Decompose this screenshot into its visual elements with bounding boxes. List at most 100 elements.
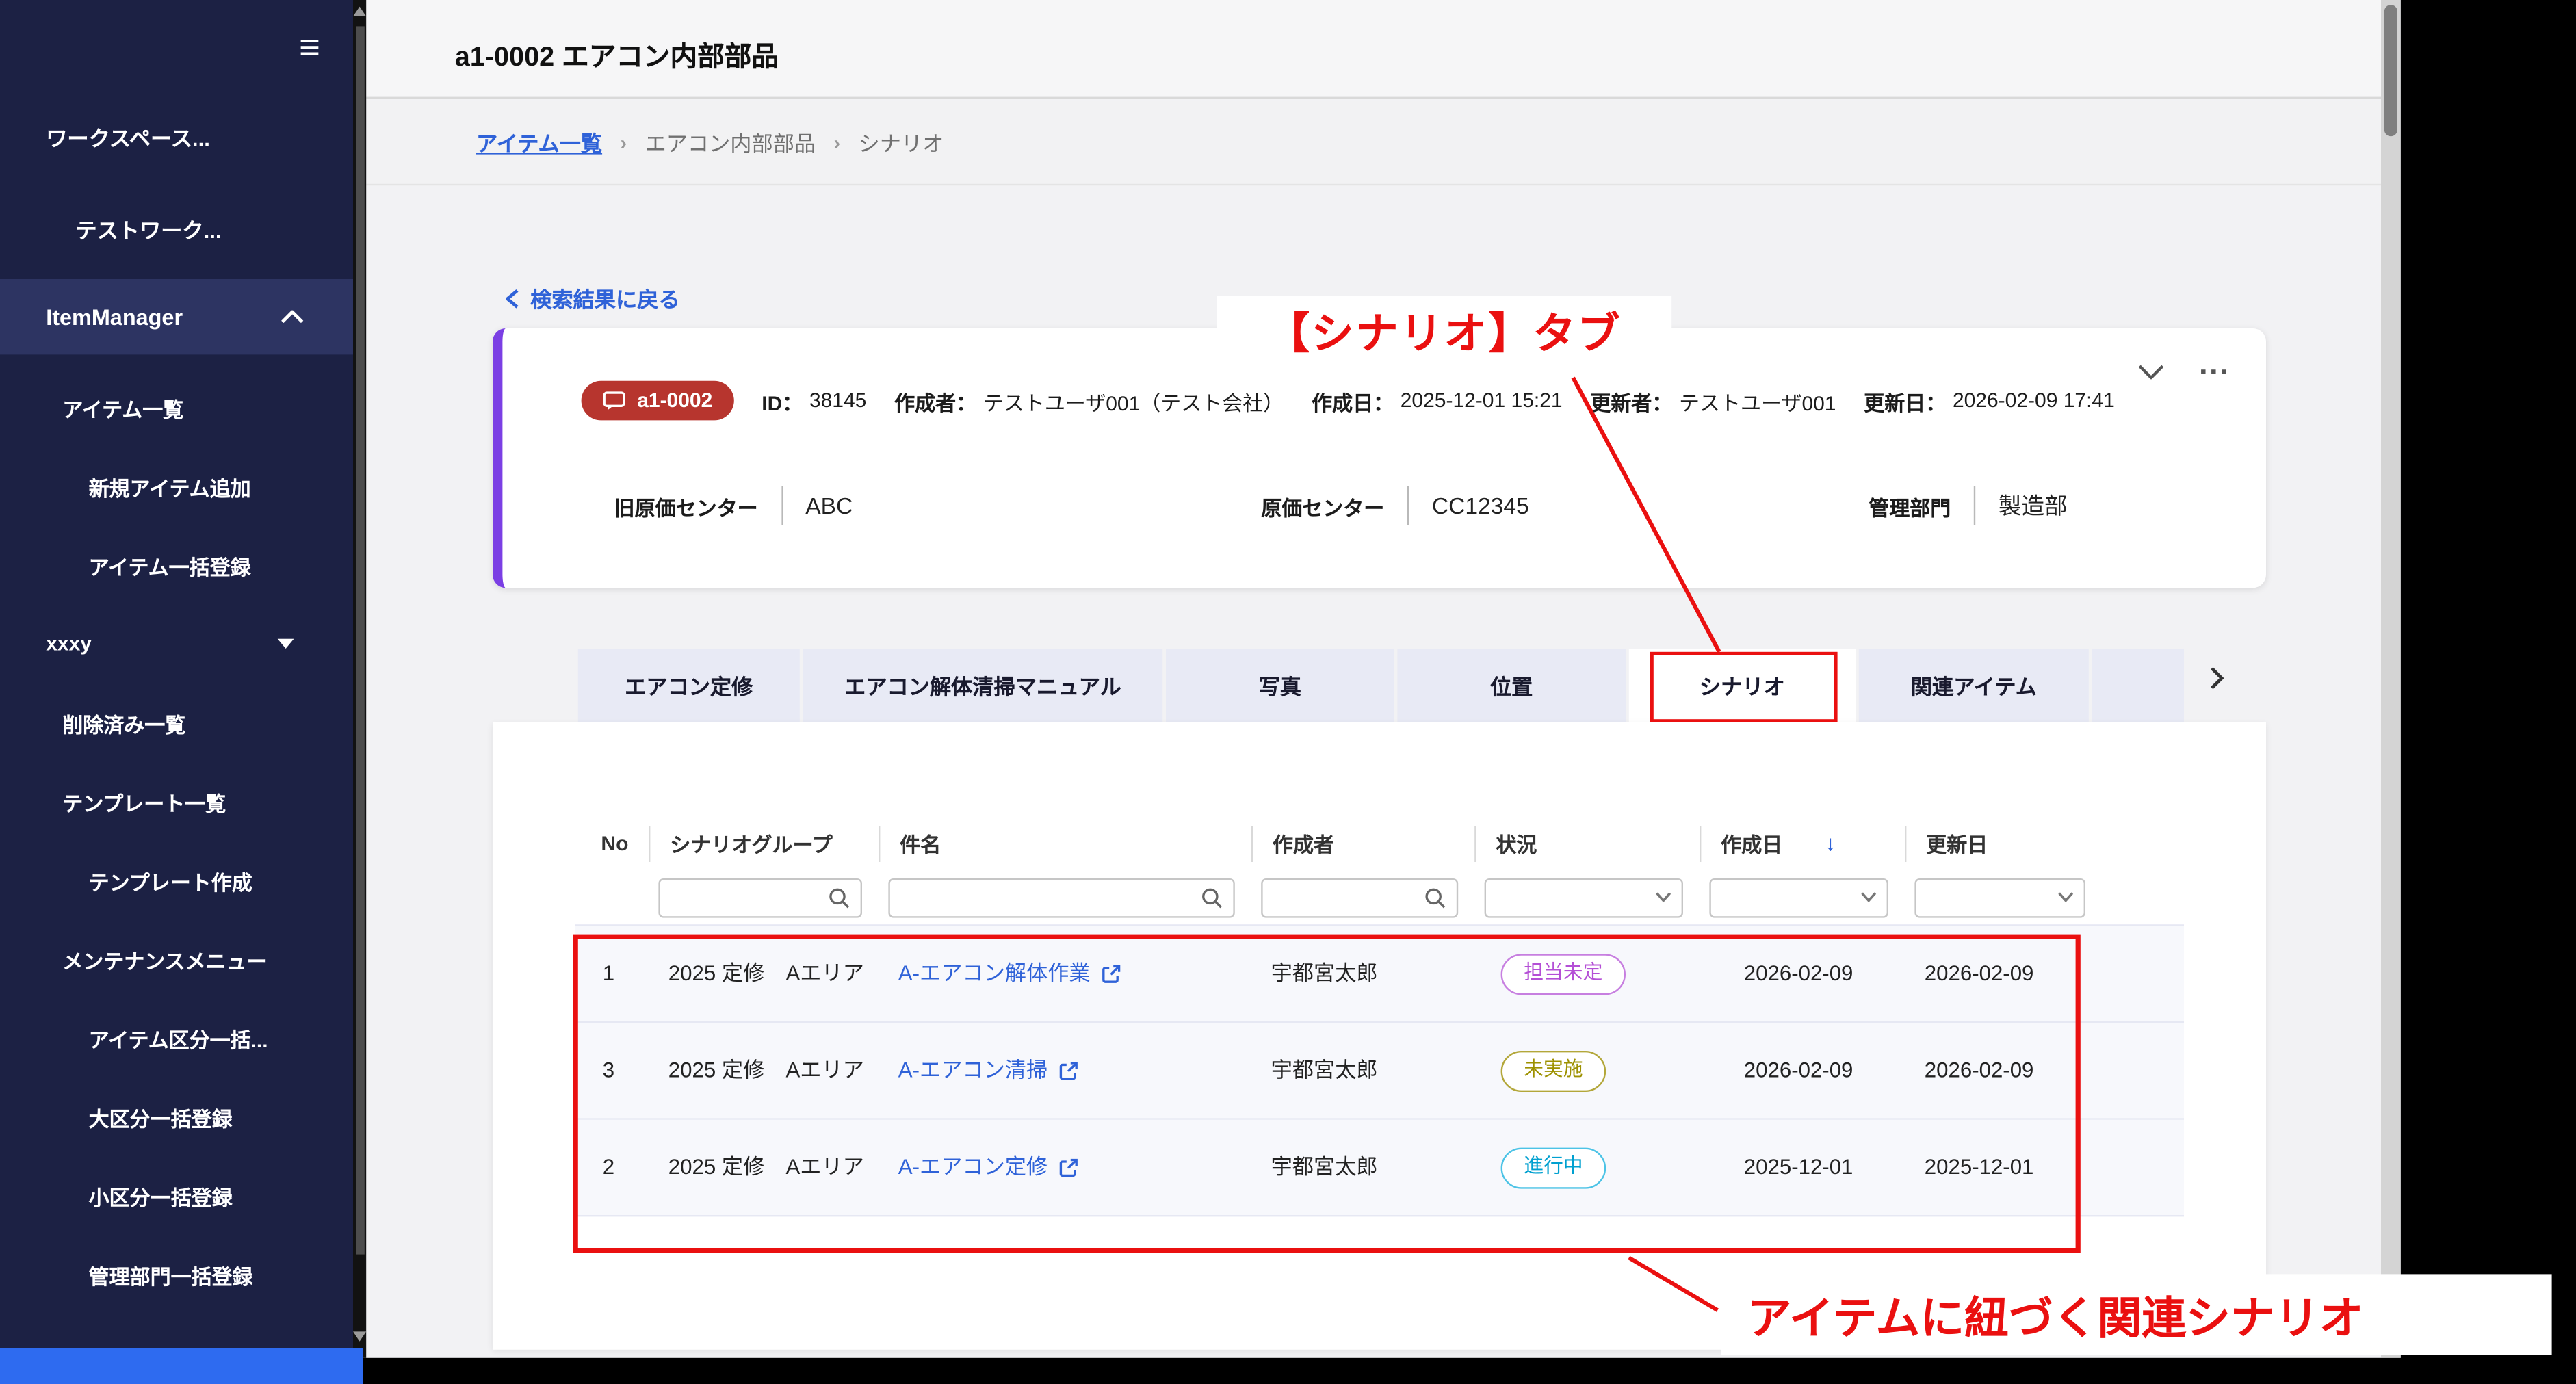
sidebar-item-label: 大区分一括登録 <box>88 1107 233 1131</box>
updated-filter-select[interactable] <box>1914 877 2085 917</box>
item-meta-row: a1-0002 ID： 38145 作成者： テストユーザ001（テスト会社） 作成… <box>581 380 2115 421</box>
column-header-subject[interactable]: 件名 <box>879 825 1251 861</box>
sidebar-item-large-category-bulk[interactable]: 大区分一括登録 <box>0 1077 353 1155</box>
sort-desc-icon[interactable]: ↓ <box>1825 831 1836 855</box>
attribute-management-dept: 管理部門 製造部 <box>1869 473 2068 538</box>
meta-field-id: ID： 38145 <box>762 385 866 417</box>
tab-scenario[interactable]: シナリオ <box>1628 649 1856 722</box>
chevron-right-icon: › <box>833 130 841 154</box>
subject-link[interactable]: A-エアコン解体作業 <box>898 958 1251 989</box>
cell-author: 宇都宮太郎 <box>1271 959 1378 984</box>
external-link-icon[interactable] <box>1100 963 1121 984</box>
item-card-icon <box>603 391 625 410</box>
meta-label: 更新者： <box>1590 391 1673 415</box>
meta-label: 作成者： <box>894 391 977 415</box>
content-scrollbar[interactable] <box>2381 0 2401 1358</box>
tab-aircon-repair[interactable]: エアコン定修 <box>577 649 800 722</box>
attr-label: 旧原価センター <box>614 497 758 520</box>
group-search-input[interactable] <box>658 877 862 917</box>
sidebar-item-label: ItemManager <box>46 304 183 330</box>
subject-search-input[interactable] <box>888 877 1235 917</box>
column-header-group[interactable]: シナリオグループ <box>649 825 879 861</box>
back-link[interactable]: 検索結果に戻る <box>506 283 680 314</box>
content-scrollbar-thumb[interactable] <box>2384 5 2398 137</box>
meta-field-updater: 更新者： テストユーザ001 <box>1590 385 1836 417</box>
scroll-down-arrow-icon[interactable] <box>353 1331 367 1342</box>
sidebar: ≡ ワークスペース... テストワーク... ItemManager アイテム一… <box>0 0 353 1358</box>
sidebar-item-new-item[interactable]: 新規アイテム追加 <box>0 447 353 525</box>
subject-link[interactable]: A-エアコン定修 <box>898 1152 1251 1183</box>
tab-photos[interactable]: 写真 <box>1166 649 1394 722</box>
scroll-up-arrow-icon[interactable] <box>353 6 367 16</box>
item-code-badge: a1-0002 <box>581 380 734 421</box>
item-code: a1-0002 <box>637 389 713 413</box>
sidebar-item-category-bulk[interactable]: アイテム区分一括... <box>0 998 353 1077</box>
cell-no: 1 <box>602 959 615 984</box>
breadcrumb: アイテム一覧 › エアコン内部部品 › シナリオ <box>476 127 944 158</box>
sidebar-item-maintenance-menu[interactable]: メンテナンスメニュー <box>0 919 353 998</box>
table-filter-row <box>575 870 2184 924</box>
sidebar-item-label: テンプレート一覧 <box>62 792 226 815</box>
column-header-created[interactable]: 作成日 ↓ <box>1700 825 1905 861</box>
attribute-cost-center: 原価センター CC12345 <box>1261 473 1529 538</box>
divider <box>1973 486 1976 525</box>
column-header-status[interactable]: 状況 <box>1474 825 1700 861</box>
tab-dismantle-cleaning-manual[interactable]: エアコン解体清掃マニュアル <box>803 649 1163 722</box>
tab-scroll-right-button[interactable] <box>2210 666 2225 690</box>
sidebar-item-deleted-list[interactable]: 削除済み一覧 <box>0 683 353 761</box>
meta-value: 38145 <box>809 389 867 413</box>
created-filter-select[interactable] <box>1709 877 1888 917</box>
search-icon <box>829 887 850 908</box>
sidebar-item-label: 削除済み一覧 <box>62 713 186 737</box>
sidebar-scrollbar-thumb[interactable] <box>355 26 364 1255</box>
cell-author: 宇都宮太郎 <box>1271 1056 1378 1082</box>
sidebar-item-label: メンテナンスメニュー <box>62 950 268 973</box>
column-header-author[interactable]: 作成者 <box>1251 825 1474 861</box>
search-icon <box>1202 887 1222 908</box>
cell-created: 2026-02-09 <box>1743 1056 1853 1082</box>
cell-updated: 2026-02-09 <box>1924 959 2034 984</box>
chevron-down-icon <box>2058 892 2074 903</box>
cell-created: 2026-02-09 <box>1743 959 1853 984</box>
sidebar-item-xxxy[interactable]: xxxy <box>0 604 353 683</box>
divider <box>1407 486 1409 525</box>
attr-value: ABC <box>805 493 853 519</box>
sidebar-item-small-category-bulk[interactable]: 小区分一括登録 <box>0 1156 353 1235</box>
tab-overflow[interactable] <box>2092 649 2185 722</box>
external-link-icon[interactable] <box>1058 1157 1079 1178</box>
sidebar-item-item-list[interactable]: アイテム一覧 <box>0 368 353 447</box>
cell-no: 2 <box>602 1153 615 1179</box>
tab-related-items[interactable]: 関連アイテム <box>1858 649 2089 722</box>
sidebar-item-bulk-register[interactable]: アイテム一括登録 <box>0 525 353 604</box>
workspace-item[interactable]: テストワーク... <box>75 213 221 245</box>
column-header-no[interactable]: No <box>575 825 649 861</box>
external-link-icon[interactable] <box>1058 1060 1079 1081</box>
cell-author: 宇都宮太郎 <box>1271 1153 1378 1179</box>
divider <box>781 486 783 525</box>
status-badge: 担当未定 <box>1500 953 1626 995</box>
chevron-down-icon[interactable] <box>2138 365 2164 380</box>
breadcrumb-current: シナリオ <box>858 131 944 157</box>
subject-label: A-エアコン定修 <box>898 1153 1048 1179</box>
cell-created: 2025-12-01 <box>1743 1153 1853 1179</box>
sidebar-item-label: 小区分一括登録 <box>88 1186 233 1210</box>
tab-location[interactable]: 位置 <box>1397 649 1626 722</box>
table-row: 1 2025 定修 Aエリア A-エアコン解体作業 宇都宮太郎 担当未定 202… <box>575 926 2185 1023</box>
sidebar-item-label: xxxy <box>46 632 92 655</box>
breadcrumb-link[interactable]: アイテム一覧 <box>476 127 602 158</box>
page-title: a1-0002 エアコン内部部品 <box>454 42 779 73</box>
hamburger-menu-icon[interactable]: ≡ <box>299 29 320 66</box>
sidebar-item-itemmanager[interactable]: ItemManager <box>0 279 353 355</box>
back-link-label: 検索結果に戻る <box>530 287 680 313</box>
sidebar-item-template-list[interactable]: テンプレート一覧 <box>0 762 353 841</box>
sidebar-item-template-create[interactable]: テンプレート作成 <box>0 841 353 919</box>
more-options-button[interactable]: ... <box>2199 348 2230 384</box>
sidebar-item-dept-bulk[interactable]: 管理部門一括登録 <box>0 1235 353 1314</box>
workspace-section-label: ワークスペース... <box>46 126 210 151</box>
sidebar-scrollbar[interactable] <box>353 0 367 1358</box>
attr-value: CC12345 <box>1431 493 1529 519</box>
status-filter-select[interactable] <box>1484 877 1683 917</box>
subject-link[interactable]: A-エアコン清掃 <box>898 1055 1251 1086</box>
column-header-updated[interactable]: 更新日 <box>1905 825 2184 861</box>
author-search-input[interactable] <box>1261 877 1459 917</box>
